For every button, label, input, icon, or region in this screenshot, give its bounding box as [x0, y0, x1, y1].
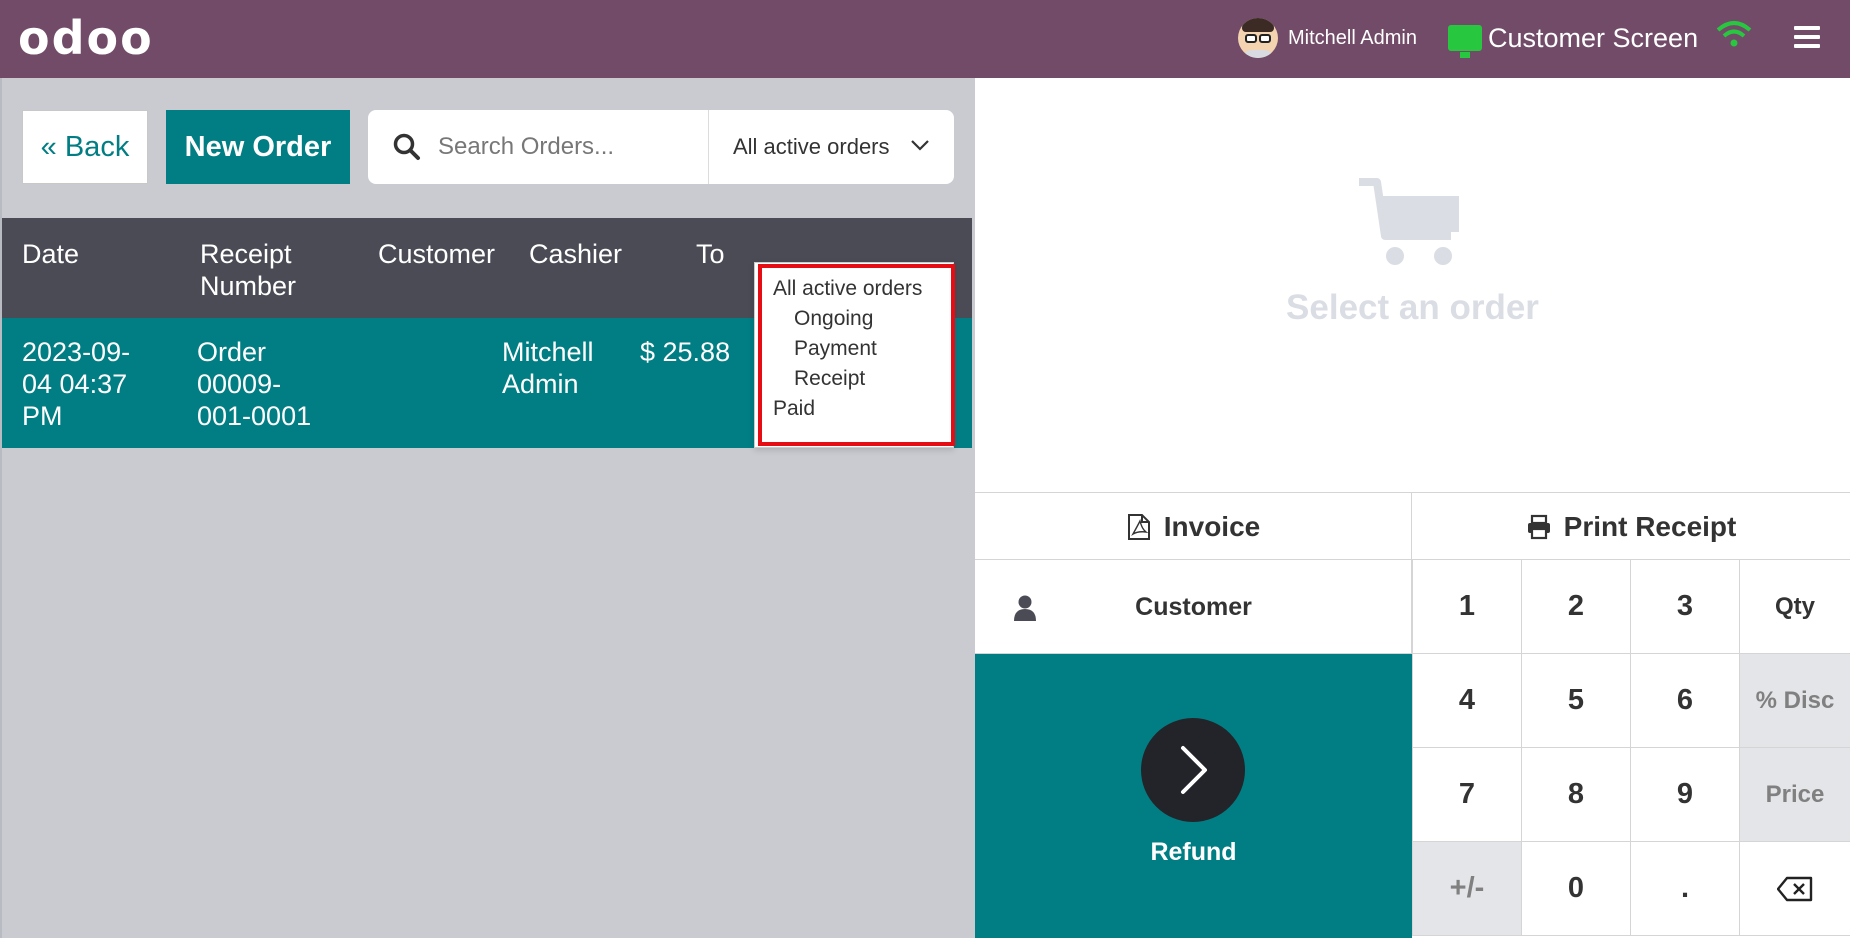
filter-option-ongoing[interactable]: Ongoing	[794, 307, 873, 331]
search-icon	[393, 133, 420, 160]
print-receipt-label: Print Receipt	[1563, 511, 1737, 542]
pdf-file-icon	[1127, 514, 1150, 540]
chevron-down-icon	[911, 140, 929, 151]
numpad-key-1[interactable]: 1	[1412, 560, 1521, 654]
filter-dropdown-menu: All active orders Ongoing Payment Receip…	[754, 262, 954, 448]
ticket-screen: « Back New Order All active orders Date …	[0, 78, 972, 938]
filter-option-receipt[interactable]: Receipt	[794, 367, 865, 391]
order-filter-select[interactable]: All active orders	[708, 110, 954, 184]
chevron-right-icon	[1181, 746, 1207, 794]
column-receipt-number: Receipt Number	[200, 239, 297, 301]
back-button[interactable]: « Back	[22, 110, 148, 184]
logo-text: odoo	[18, 11, 154, 65]
numpad-key-2[interactable]: 2	[1521, 560, 1630, 654]
invoice-label: Invoice	[1163, 511, 1261, 542]
refund-label: Refund	[1150, 838, 1237, 866]
row-receipt-number: Order 00009- 001-0001	[197, 337, 312, 431]
column-customer: Customer	[378, 239, 496, 269]
numpad-key-0[interactable]: 0	[1521, 842, 1630, 936]
column-cashier: Cashier	[529, 239, 623, 269]
numpad-key-8[interactable]: 8	[1521, 748, 1630, 842]
row-total: $ 25.88	[640, 337, 731, 367]
numpad-key-3[interactable]: 3	[1630, 560, 1739, 654]
backspace-icon	[1777, 876, 1813, 901]
numpad-backspace[interactable]	[1739, 842, 1850, 936]
user-menu[interactable]: Mitchell Admin	[1238, 16, 1417, 60]
numpad-price[interactable]: Price	[1739, 748, 1850, 842]
numpad-sign-toggle[interactable]: +/-	[1412, 842, 1521, 936]
search-bar: All active orders	[368, 110, 954, 184]
numpad-decimal[interactable]: .	[1630, 842, 1739, 936]
column-total: To	[696, 239, 725, 269]
filter-option-paid[interactable]: Paid	[773, 397, 815, 421]
avatar	[1238, 18, 1278, 58]
customer-label: Customer	[1135, 592, 1252, 621]
row-cashier: Mitchell Admin	[502, 337, 594, 399]
shopping-cart-icon	[1359, 178, 1459, 265]
printer-icon	[1527, 514, 1550, 540]
empty-state-message: Select an order	[1286, 288, 1539, 327]
filter-option-all-active[interactable]: All active orders	[773, 277, 922, 301]
monitor-icon	[1448, 25, 1482, 58]
refund-button[interactable]: Refund	[975, 654, 1412, 938]
row-date: 2023-09- 04 04:37 PM	[22, 337, 131, 431]
wifi-icon	[1716, 21, 1752, 47]
customer-button[interactable]: Customer	[975, 560, 1412, 654]
odoo-logo: odoo	[18, 14, 154, 62]
print-receipt-button[interactable]: Print Receipt	[1412, 493, 1850, 561]
numpad-qty[interactable]: Qty	[1739, 560, 1850, 654]
numpad-key-5[interactable]: 5	[1521, 654, 1630, 748]
action-bar: Invoice Print Receipt	[975, 492, 1850, 561]
filter-option-payment[interactable]: Payment	[794, 337, 877, 361]
customer-screen-button[interactable]: Customer Screen	[1448, 18, 1698, 58]
user-name: Mitchell Admin	[1288, 26, 1417, 49]
filter-selected-label: All active orders	[733, 134, 890, 159]
new-order-button[interactable]: New Order	[166, 110, 350, 184]
numpad-key-6[interactable]: 6	[1630, 654, 1739, 748]
search-input[interactable]	[438, 133, 698, 161]
numpad-key-7[interactable]: 7	[1412, 748, 1521, 842]
numpad-discount[interactable]: % Disc	[1739, 654, 1850, 748]
numpad-key-9[interactable]: 9	[1630, 748, 1739, 842]
invoice-button[interactable]: Invoice	[975, 493, 1412, 561]
numpad-key-4[interactable]: 4	[1412, 654, 1521, 748]
column-date: Date	[22, 239, 80, 269]
customer-screen-label: Customer Screen	[1488, 22, 1699, 53]
top-bar: odoo Mitchell Admin Customer Screen	[0, 0, 1850, 78]
refund-circle	[1141, 718, 1245, 822]
hamburger-menu-icon[interactable]	[1794, 26, 1820, 48]
order-details-panel: Select an order Invoice Print Receipt Cu…	[975, 78, 1850, 938]
